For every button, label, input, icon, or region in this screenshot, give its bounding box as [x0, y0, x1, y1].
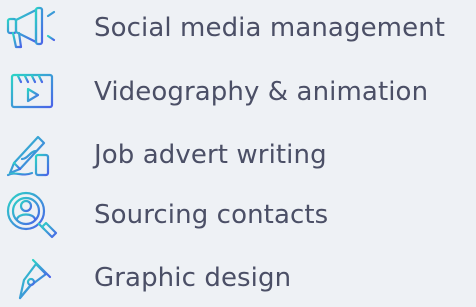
service-label: Social media management: [94, 13, 446, 43]
service-item-graphic-design: Graphic design: [0, 252, 476, 304]
video-player-icon: [0, 66, 64, 118]
megaphone-icon: [0, 2, 64, 54]
pen-nib-icon: [0, 252, 64, 304]
pen-writing-icon: [0, 129, 64, 181]
service-label: Graphic design: [94, 263, 292, 293]
service-item-job-advert: Job advert writing: [0, 129, 476, 181]
user-search-icon: [0, 189, 64, 241]
service-label: Sourcing contacts: [94, 200, 329, 230]
service-item-videography: Videography & animation: [0, 66, 476, 118]
service-item-social-media: Social media management: [0, 2, 476, 54]
services-list: Social media management Videography & an…: [0, 0, 476, 307]
service-item-sourcing: Sourcing contacts: [0, 189, 476, 241]
service-label: Job advert writing: [94, 140, 327, 170]
service-label: Videography & animation: [94, 77, 429, 107]
